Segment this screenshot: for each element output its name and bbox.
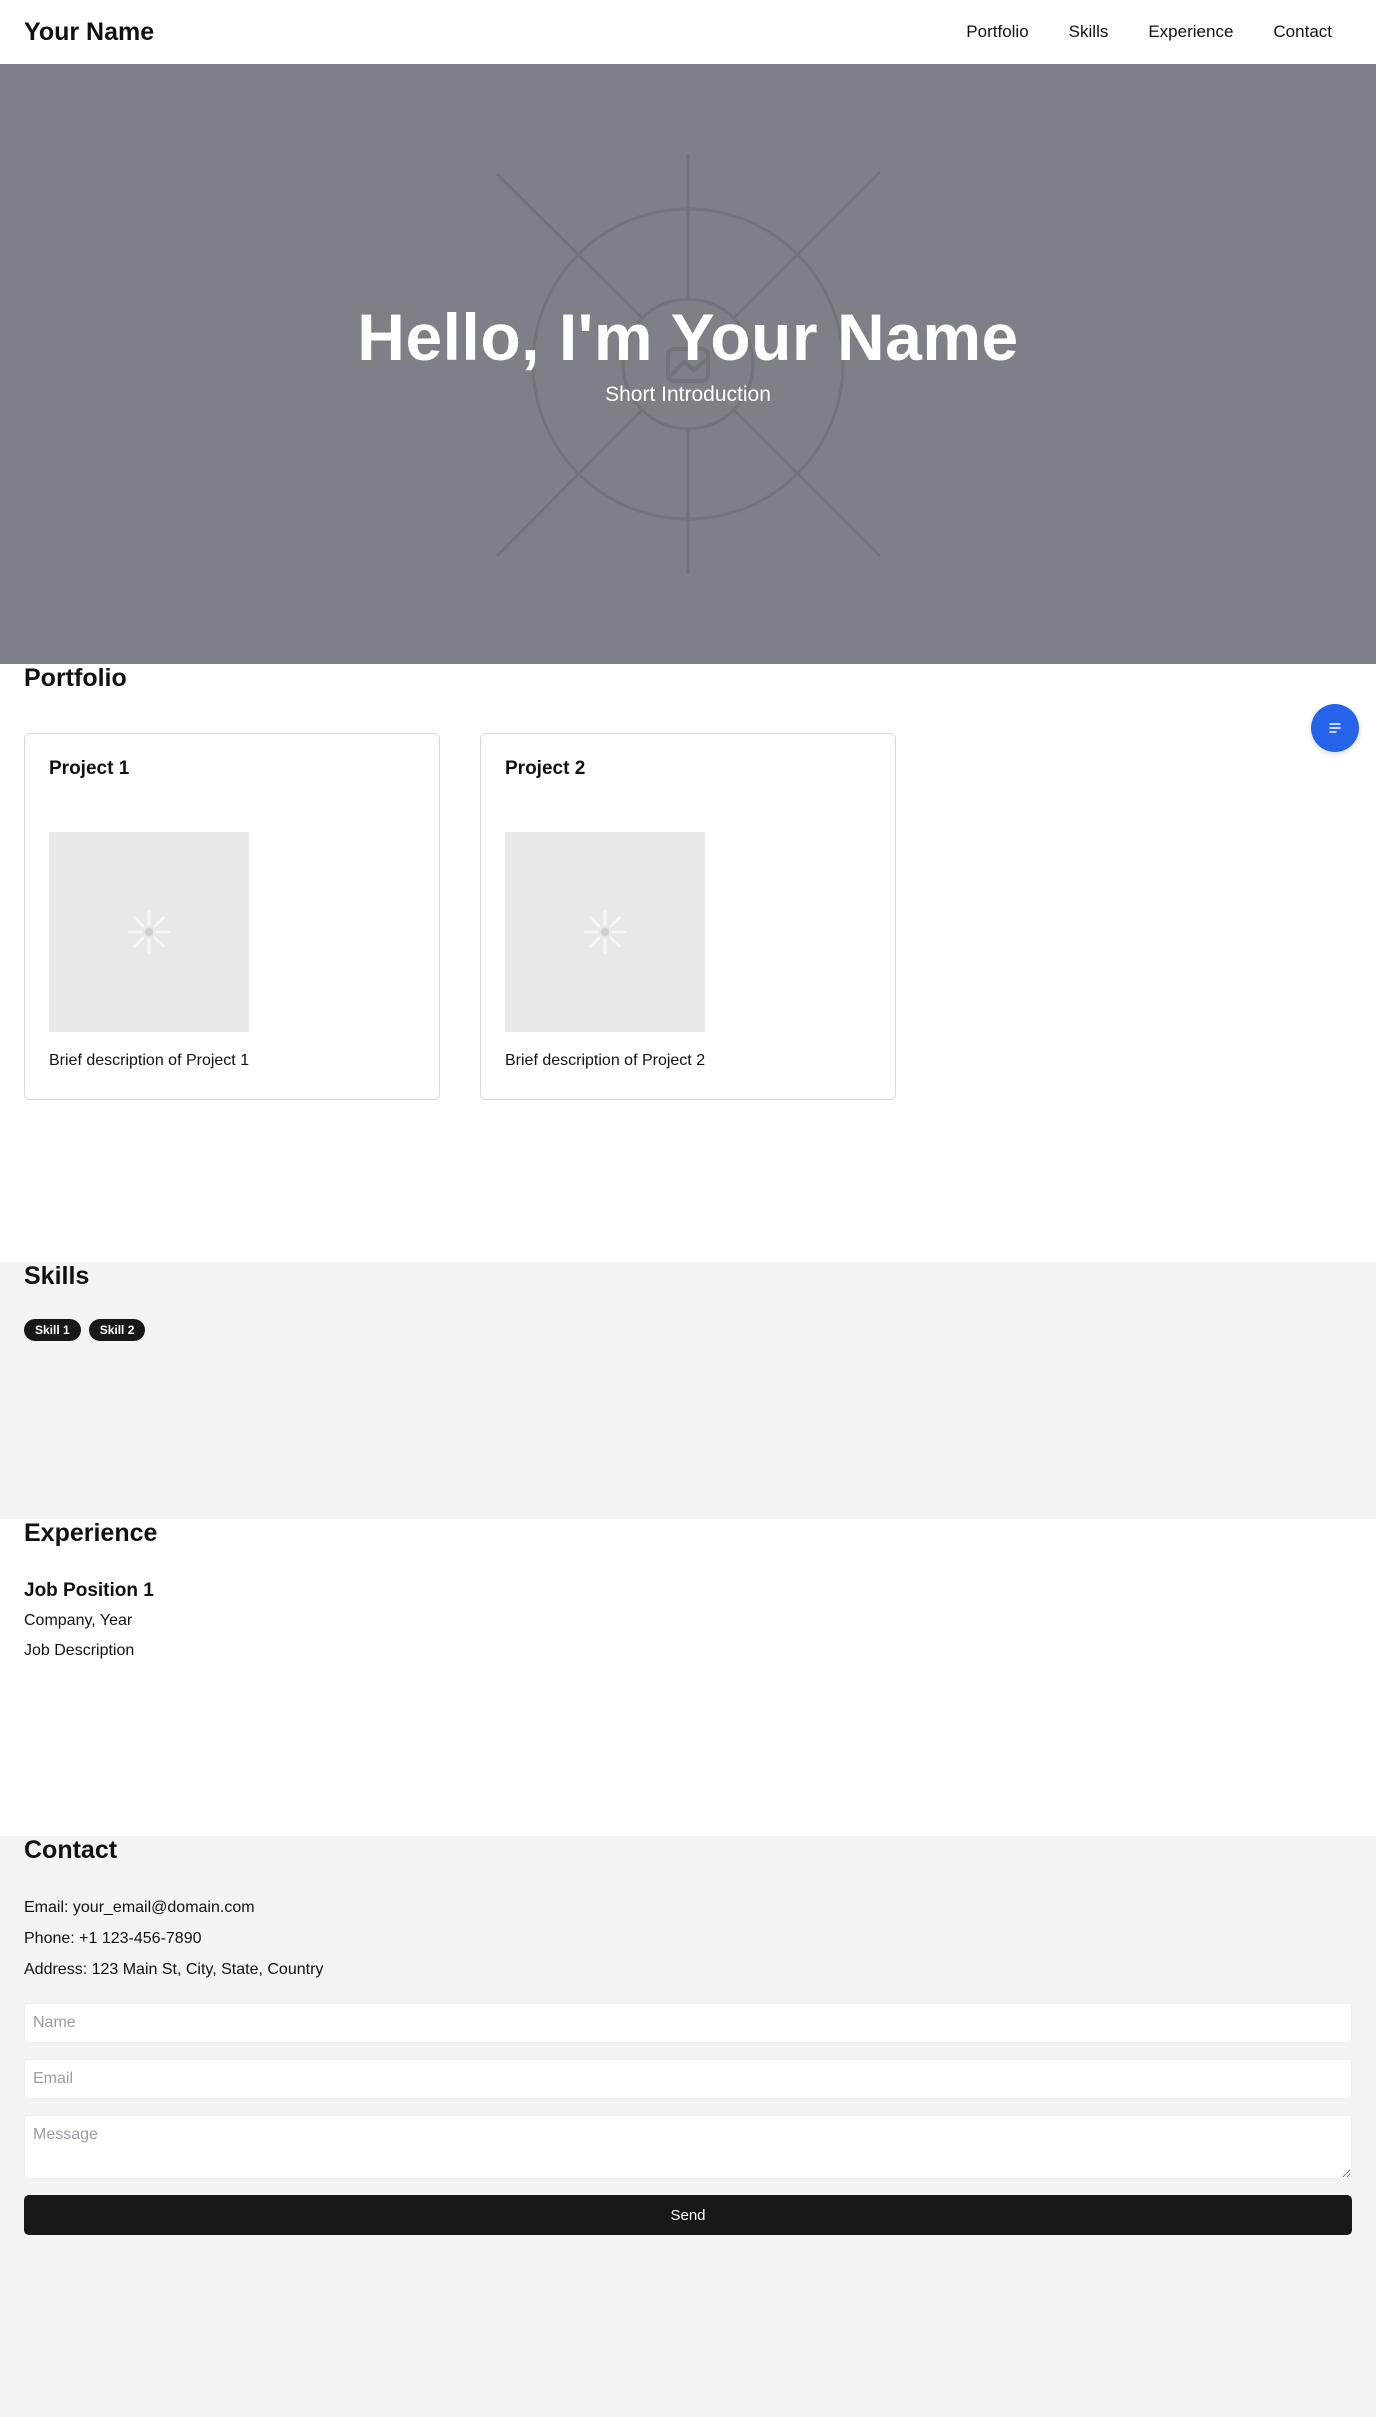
email-input[interactable]: [24, 2059, 1352, 2099]
menu-lines-icon: [1329, 723, 1341, 733]
contact-title: Contact: [24, 1836, 118, 1864]
job-company-year: Company, Year: [24, 1612, 133, 1629]
menu-fab-button[interactable]: [1311, 704, 1359, 752]
contact-address: Address: 123 Main St, City, State, Count…: [24, 1961, 324, 1978]
main-nav: Portfolio Skills Experience Contact: [966, 22, 1332, 42]
nav-link-experience[interactable]: Experience: [1148, 22, 1233, 42]
nav-link-portfolio[interactable]: Portfolio: [966, 22, 1028, 42]
contact-phone: Phone: +1 123-456-7890: [24, 1930, 202, 1947]
project-card[interactable]: Project 1 Brief description of Project 1: [24, 733, 440, 1100]
portfolio-section: Portfolio Project 1 Brief description of…: [0, 664, 1376, 1262]
experience-section: Experience Job Position 1 Company, Year …: [0, 1519, 1376, 1836]
name-input[interactable]: [24, 2003, 1352, 2043]
skill-badge: Skill 2: [88, 1319, 146, 1341]
job-description: Job Description: [24, 1642, 135, 1659]
job-entry: Job Position 1 Company, Year Job Descrip…: [24, 1580, 1352, 1660]
project-title: Project 2: [505, 758, 586, 779]
skills-list: Skill 1 Skill 2: [24, 1319, 1352, 1341]
hero-title: Hello, I'm Your Name: [357, 300, 1019, 374]
nav-link-skills[interactable]: Skills: [1069, 22, 1109, 42]
skill-badge: Skill 1: [24, 1319, 81, 1341]
brand-name[interactable]: Your Name: [24, 18, 154, 47]
hero-subtitle: Short Introduction: [605, 383, 771, 406]
project-description: Brief description of Project 2: [505, 1052, 706, 1069]
hero-banner: Hello, I'm Your Name Short Introduction: [0, 64, 1376, 664]
project-image: [505, 832, 705, 1032]
job-position: Job Position 1: [24, 1580, 154, 1601]
message-textarea[interactable]: [24, 2115, 1352, 2179]
contact-email: Email: your_email@domain.com: [24, 1899, 255, 1916]
project-description: Brief description of Project 1: [49, 1052, 250, 1069]
portfolio-title: Portfolio: [24, 664, 127, 692]
project-image: [49, 832, 249, 1032]
project-card[interactable]: Project 2 Brief description of Project 2: [480, 733, 896, 1100]
site-header: Your Name Portfolio Skills Experience Co…: [0, 0, 1376, 64]
skills-section: Skills Skill 1 Skill 2: [0, 1262, 1376, 1519]
project-cards: Project 1 Brief description of Project 1…: [24, 733, 1352, 1100]
project-title: Project 1: [49, 758, 130, 779]
contact-info: Email: your_email@domain.com Phone: +1 1…: [24, 1899, 1352, 1979]
send-button[interactable]: Send: [24, 2195, 1352, 2235]
loading-spinner-icon: [127, 910, 171, 954]
contact-section: Contact Email: your_email@domain.com Pho…: [0, 1836, 1376, 2417]
contact-form: Send: [24, 2003, 1352, 2235]
nav-link-contact[interactable]: Contact: [1273, 22, 1332, 42]
experience-title: Experience: [24, 1519, 158, 1547]
loading-spinner-icon: [583, 910, 627, 954]
skills-title: Skills: [24, 1262, 90, 1290]
